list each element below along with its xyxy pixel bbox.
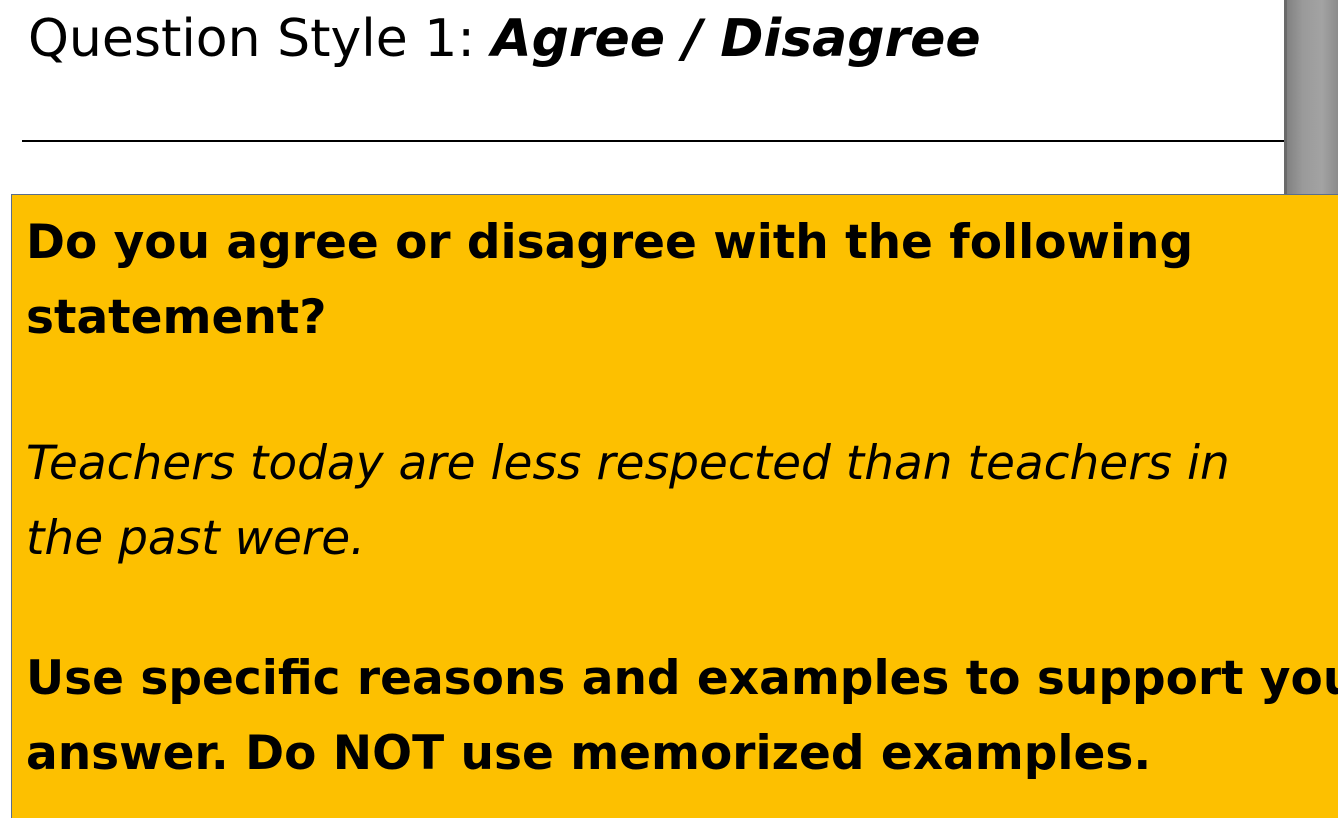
- instruction-text: Use specific reasons and examples to sup…: [26, 641, 1338, 791]
- prompt-text: Do you agree or disagree with the follow…: [26, 205, 1326, 355]
- statement-line-2: the past were.: [26, 511, 366, 566]
- statement-text: Teachers today are less respected than t…: [26, 426, 1326, 576]
- title-divider: [22, 140, 1284, 142]
- instruction-line-2: answer. Do NOT use memorized examples.: [26, 726, 1152, 781]
- title-prefix: Question Style 1:: [28, 9, 492, 69]
- slide: Question Style 1: Agree / Disagree Do yo…: [0, 0, 1338, 818]
- prompt-line-2: statement?: [26, 290, 327, 345]
- slide-title: Question Style 1: Agree / Disagree: [28, 6, 981, 72]
- statement-line-1: Teachers today are less respected than t…: [26, 436, 1230, 491]
- prompt-line-1: Do you agree or disagree with the follow…: [26, 215, 1194, 270]
- instruction-line-1: Use specific reasons and examples to sup…: [26, 651, 1338, 706]
- title-emphasis: Agree / Disagree: [491, 9, 981, 69]
